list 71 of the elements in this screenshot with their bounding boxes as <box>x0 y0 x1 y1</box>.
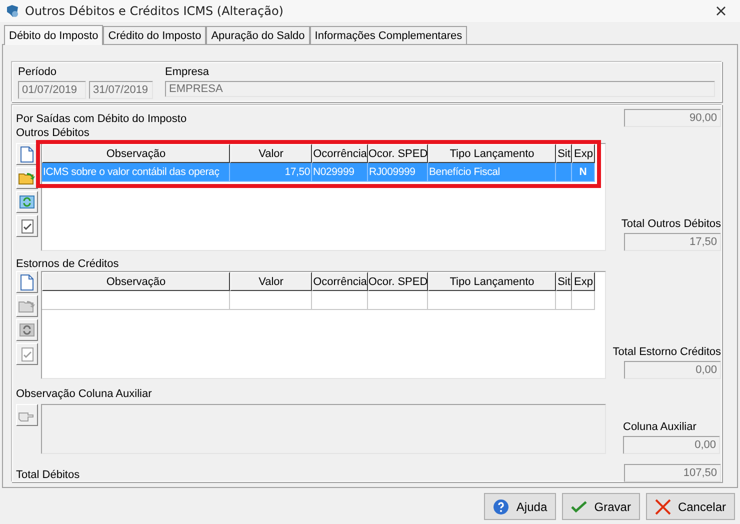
column-header[interactable]: Observação <box>42 144 230 163</box>
table-cell: N <box>579 166 587 178</box>
field-label: Empresa <box>165 65 210 79</box>
column-header[interactable]: Observação <box>42 272 230 291</box>
toolbar-button[interactable] <box>16 271 38 293</box>
date-field[interactable]: 01/07/2019 <box>18 81 86 99</box>
toolbar-button[interactable] <box>16 215 38 237</box>
value-field[interactable]: 0,00 <box>624 361 721 379</box>
section-title: Observação Coluna Auxiliar <box>16 387 153 401</box>
table-cell: RJ009999 <box>369 166 416 178</box>
tab[interactable]: Crédito do Imposto <box>103 26 206 44</box>
table-cell: N029999 <box>313 166 354 178</box>
value-field[interactable]: 107,50 <box>624 464 721 482</box>
field-label: Total Débitos <box>16 468 81 482</box>
section-title: Por Saídas com Débito do Imposto <box>16 112 188 126</box>
column-header[interactable]: Ocor. SPED <box>368 272 428 291</box>
checkmark-icon <box>571 500 588 512</box>
field-label: Período <box>18 65 58 79</box>
cancel-button[interactable]: Cancelar <box>646 493 735 520</box>
column-header[interactable]: Ocor. SPED <box>368 144 428 163</box>
table-cell: 17,50 <box>284 166 310 178</box>
column-header[interactable]: Ocorrência <box>312 144 368 163</box>
value-field[interactable]: 90,00 <box>624 109 721 127</box>
folder-icon <box>18 298 36 314</box>
section-title: Estornos de Créditos <box>16 257 120 271</box>
empty-table-cell[interactable] <box>428 291 556 310</box>
save-button[interactable]: Gravar <box>562 493 640 520</box>
column-header[interactable]: Valor <box>230 144 312 163</box>
company-field[interactable]: EMPRESA <box>165 81 715 97</box>
toolbar-button[interactable] <box>16 143 38 165</box>
close-icon <box>654 498 671 514</box>
empty-table-cell[interactable] <box>42 291 230 310</box>
column-header[interactable]: Ocorrência <box>312 272 368 291</box>
close-icon[interactable] <box>716 6 726 16</box>
memo-field[interactable] <box>41 404 606 454</box>
folder-icon <box>18 170 36 186</box>
empty-table-cell[interactable] <box>312 291 368 310</box>
column-header[interactable]: Valor <box>230 272 312 291</box>
table-cell: ICMS sobre o valor contábil das operaç <box>43 166 220 178</box>
section-title: Outros Débitos <box>16 126 90 140</box>
refresh-icon <box>19 322 35 338</box>
empty-table-cell[interactable] <box>230 291 312 310</box>
help-button[interactable]: Ajuda <box>484 493 556 520</box>
checklist-icon <box>20 346 34 362</box>
value-field[interactable]: 17,50 <box>624 233 721 251</box>
column-header[interactable]: Sit <box>556 272 572 291</box>
empty-table-cell[interactable] <box>368 291 428 310</box>
column-header[interactable]: Tipo Lançamento <box>428 144 556 163</box>
table-cell: Benefício Fiscal <box>429 166 500 178</box>
new-document-icon <box>20 146 34 162</box>
column-header[interactable]: Sit <box>556 144 572 163</box>
column-header[interactable]: Exp <box>572 144 595 163</box>
toolbar-button[interactable] <box>16 191 38 213</box>
empty-table-cell[interactable] <box>572 291 595 310</box>
column-header[interactable]: Tipo Lançamento <box>428 272 556 291</box>
tab[interactable]: Débito do Imposto <box>4 25 104 45</box>
tab[interactable]: Apuração do Saldo <box>206 26 310 44</box>
refresh-icon <box>19 194 35 210</box>
new-document-icon <box>20 274 34 290</box>
app-icon <box>6 4 20 18</box>
date-field[interactable]: 31/07/2019 <box>89 81 153 99</box>
value-field[interactable]: 0,00 <box>623 436 720 454</box>
field-label: Coluna Auxiliar <box>623 420 698 434</box>
toolbar-button[interactable] <box>16 167 38 189</box>
tab[interactable]: Informações Complementares <box>310 26 468 44</box>
field-label: Total Outros Débitos <box>621 217 721 231</box>
column-header[interactable]: Exp <box>572 272 595 291</box>
help-icon <box>493 498 510 514</box>
window-title: Outros Débitos e Créditos ICMS (Alteração) <box>25 4 284 18</box>
field-label: Total Estorno Créditos <box>612 345 721 359</box>
checklist-icon <box>20 218 34 234</box>
